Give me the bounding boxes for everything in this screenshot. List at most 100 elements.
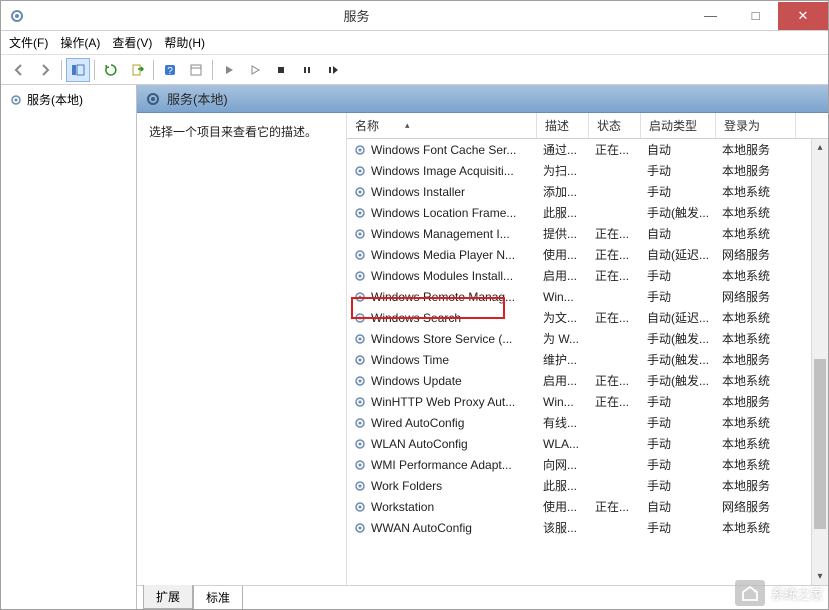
sort-asc-icon: ▴ xyxy=(405,120,410,131)
service-row[interactable]: Windows Remote Manag...Win...手动网络服务 xyxy=(347,286,828,307)
cell-name: Windows Location Frame... xyxy=(347,206,537,220)
cell-logon: 网络服务 xyxy=(716,246,796,263)
service-row[interactable]: Workstation使用...正在...自动网络服务 xyxy=(347,496,828,517)
cell-logon: 本地系统 xyxy=(716,372,796,389)
export-button[interactable] xyxy=(125,58,149,82)
service-row[interactable]: Windows Location Frame...此服...手动(触发...本地… xyxy=(347,202,828,223)
cell-desc: Win... xyxy=(537,290,589,304)
cell-desc: 该服... xyxy=(537,519,589,536)
start-service-button[interactable] xyxy=(243,58,267,82)
cell-desc: 为扫... xyxy=(537,162,589,179)
service-row[interactable]: WLAN AutoConfigWLA...手动本地系统 xyxy=(347,433,828,454)
service-row[interactable]: Windows Modules Install...启用...正在...手动本地… xyxy=(347,265,828,286)
cell-logon: 本地系统 xyxy=(716,435,796,452)
cell-name: Windows Update xyxy=(347,374,537,388)
cell-logon: 本地系统 xyxy=(716,204,796,221)
list-body[interactable]: Windows Font Cache Ser...通过...正在...自动本地服… xyxy=(347,139,828,585)
scrollbar-thumb[interactable] xyxy=(814,359,826,529)
forward-button[interactable] xyxy=(33,58,57,82)
service-row[interactable]: Windows Search为文...正在...自动(延迟...本地系统 xyxy=(347,307,828,328)
cell-startup: 手动(触发... xyxy=(641,372,716,389)
service-row[interactable]: Windows Update启用...正在...手动(触发...本地系统 xyxy=(347,370,828,391)
refresh-button[interactable] xyxy=(99,58,123,82)
cell-desc: 向网... xyxy=(537,456,589,473)
cell-startup: 手动 xyxy=(641,477,716,494)
cell-name: Workstation xyxy=(347,500,537,514)
menu-action[interactable]: 操作(A) xyxy=(60,34,100,51)
cell-desc: 为文... xyxy=(537,309,589,326)
cell-startup: 自动 xyxy=(641,225,716,242)
service-row[interactable]: Windows Media Player N...使用...正在...自动(延迟… xyxy=(347,244,828,265)
menu-view[interactable]: 查看(V) xyxy=(112,34,152,51)
cell-status: 正在... xyxy=(589,225,641,242)
cell-startup: 自动(延迟... xyxy=(641,246,716,263)
cell-desc: 使用... xyxy=(537,246,589,263)
window-controls: — □ ✕ xyxy=(688,2,828,30)
service-row[interactable]: Wired AutoConfig有线...手动本地系统 xyxy=(347,412,828,433)
cell-startup: 手动 xyxy=(641,456,716,473)
cell-name: WinHTTP Web Proxy Aut... xyxy=(347,395,537,409)
cell-logon: 本地服务 xyxy=(716,162,796,179)
help-button[interactable]: ? xyxy=(158,58,182,82)
cell-startup: 自动 xyxy=(641,141,716,158)
stop-button[interactable] xyxy=(269,58,293,82)
close-button[interactable]: ✕ xyxy=(778,2,828,30)
service-row[interactable]: WinHTTP Web Proxy Aut...Win...正在...手动本地服… xyxy=(347,391,828,412)
menu-file[interactable]: 文件(F) xyxy=(9,34,48,51)
cell-status: 正在... xyxy=(589,372,641,389)
cell-startup: 手动(触发... xyxy=(641,330,716,347)
cell-desc: Win... xyxy=(537,395,589,409)
service-row[interactable]: Windows Image Acquisiti...为扫...手动本地服务 xyxy=(347,160,828,181)
scroll-down-arrow[interactable]: ▾ xyxy=(812,568,828,585)
pause-button[interactable] xyxy=(295,58,319,82)
cell-startup: 手动(触发... xyxy=(641,351,716,368)
restart-button[interactable] xyxy=(321,58,345,82)
cell-name: Work Folders xyxy=(347,479,537,493)
services-header-label: 服务(本地) xyxy=(167,89,228,108)
service-row[interactable]: WWAN AutoConfig该服... 手动本地系统 xyxy=(347,517,828,538)
titlebar: 服务 — □ ✕ xyxy=(1,1,828,31)
cell-startup: 自动(延迟... xyxy=(641,309,716,326)
properties-button[interactable] xyxy=(184,58,208,82)
cell-name: Windows Modules Install... xyxy=(347,269,537,283)
col-logon[interactable]: 登录为 xyxy=(716,113,796,138)
gear-icon xyxy=(145,91,161,107)
minimize-button[interactable]: — xyxy=(688,2,733,30)
cell-name: Windows Time xyxy=(347,353,537,367)
col-startup[interactable]: 启动类型 xyxy=(641,113,716,138)
cell-startup: 手动 xyxy=(641,414,716,431)
scroll-up-arrow[interactable]: ▴ xyxy=(812,139,828,156)
cell-desc: 启用... xyxy=(537,372,589,389)
show-hide-tree-button[interactable] xyxy=(66,58,90,82)
description-pane: 选择一个项目来查看它的描述。 xyxy=(137,113,347,585)
cell-logon: 本地系统 xyxy=(716,330,796,347)
service-row[interactable]: Windows Management I...提供...正在...自动本地系统 xyxy=(347,223,828,244)
cell-desc: 有线... xyxy=(537,414,589,431)
service-row[interactable]: Windows Installer添加...手动本地系统 xyxy=(347,181,828,202)
col-status[interactable]: 状态 xyxy=(589,113,641,138)
tree-root-services[interactable]: 服务(本地) xyxy=(5,89,132,110)
cell-startup: 手动 xyxy=(641,519,716,536)
menu-help[interactable]: 帮助(H) xyxy=(164,34,205,51)
service-row[interactable]: Windows Time维护...手动(触发...本地服务 xyxy=(347,349,828,370)
cell-name: Windows Management I... xyxy=(347,227,537,241)
cell-status: 正在... xyxy=(589,141,641,158)
cell-logon: 本地系统 xyxy=(716,519,796,536)
window-title: 服务 xyxy=(25,6,688,25)
start-button[interactable] xyxy=(217,58,241,82)
vertical-scrollbar[interactable]: ▴ ▾ xyxy=(811,139,828,585)
tab-standard[interactable]: 标准 xyxy=(193,586,243,609)
tab-extended[interactable]: 扩展 xyxy=(143,585,193,609)
service-row[interactable]: Windows Store Service (...为 W...手动(触发...… xyxy=(347,328,828,349)
cell-name: WWAN AutoConfig xyxy=(347,521,537,535)
cell-logon: 本地系统 xyxy=(716,456,796,473)
service-row[interactable]: Windows Font Cache Ser...通过...正在...自动本地服… xyxy=(347,139,828,160)
service-row[interactable]: Work Folders此服...手动本地服务 xyxy=(347,475,828,496)
service-row[interactable]: WMI Performance Adapt...向网...手动本地系统 xyxy=(347,454,828,475)
back-button[interactable] xyxy=(7,58,31,82)
col-name[interactable]: 名称 ▴ xyxy=(347,113,537,138)
col-desc[interactable]: 描述 xyxy=(537,113,589,138)
cell-logon: 本地系统 xyxy=(716,309,796,326)
maximize-button[interactable]: □ xyxy=(733,2,778,30)
cell-status: 正在... xyxy=(589,246,641,263)
